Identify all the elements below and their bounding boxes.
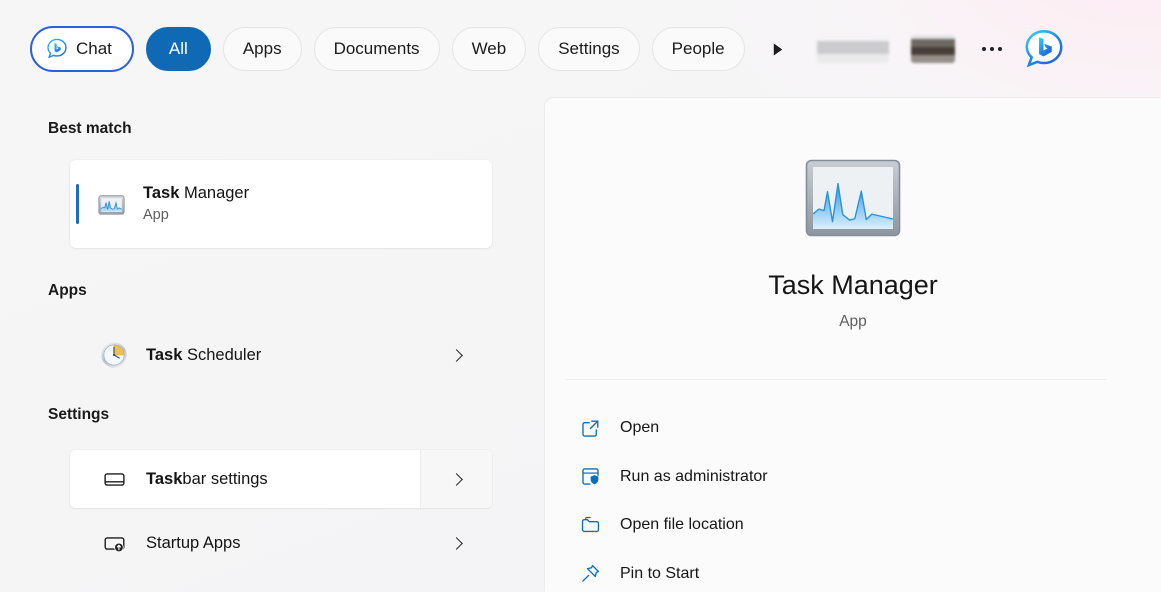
tab-people-label: People	[671, 39, 725, 58]
dot-3	[997, 47, 1002, 51]
dot-1	[981, 47, 986, 51]
action-label: Open file location	[620, 516, 744, 534]
tab-web[interactable]: Web	[451, 27, 527, 71]
result-title-match: Task	[146, 469, 183, 488]
tab-all[interactable]: All	[145, 27, 211, 71]
section-header-best-match: Best match	[48, 120, 132, 137]
result-title-rest: Scheduler	[182, 345, 262, 364]
pin-icon	[577, 561, 603, 587]
result-title-rest: bar settings	[182, 469, 268, 488]
action-label: Open	[620, 419, 660, 437]
result-title-rest: Startup Apps	[146, 533, 241, 552]
expand-details-button[interactable]	[420, 450, 492, 508]
action-label: Run as administrator	[620, 467, 768, 485]
search-results-list: Best match Task Manager App Apps Task Sc…	[0, 98, 545, 592]
dot-2	[989, 47, 994, 51]
tab-chat-label: Chat	[76, 39, 112, 58]
tab-documents[interactable]: Documents	[313, 27, 440, 71]
result-title: Task Manager	[143, 182, 249, 204]
tab-chat[interactable]: Chat	[30, 26, 134, 72]
result-item-task-manager[interactable]: Task Manager App	[70, 160, 492, 248]
app-actions-list: Open Run as administrator Open file loca…	[566, 404, 1140, 592]
result-item-startup-apps[interactable]: Startup Apps	[70, 514, 492, 572]
result-title-match: Task	[146, 345, 183, 364]
section-header-apps: Apps	[48, 282, 87, 299]
open-external-icon	[577, 415, 603, 441]
action-label: Pin to Start	[620, 564, 700, 582]
chevron-right-icon	[449, 472, 463, 486]
result-title: Startup Apps	[146, 532, 240, 554]
page-title: Task Manager	[768, 270, 938, 300]
result-text-group: Startup Apps	[146, 532, 240, 554]
search-filter-tabbar: Chat All Apps Documents Web Settings Peo…	[0, 0, 1161, 98]
tab-people[interactable]: People	[651, 27, 745, 71]
bing-chat-logo[interactable]	[1023, 28, 1065, 70]
result-text-group: Task Manager App	[143, 182, 249, 226]
action-pin-to-start[interactable]: Pin to Start	[566, 550, 1140, 592]
action-open[interactable]: Open	[566, 404, 1140, 453]
result-title-match: Task	[143, 183, 180, 202]
app-preview-panel: Task Manager App Open Run as administrat…	[545, 98, 1161, 592]
redacted-region-2	[910, 35, 955, 63]
taskbar-icon	[98, 463, 130, 495]
tab-settings[interactable]: Settings	[538, 27, 640, 71]
bing-chat-icon	[46, 38, 68, 60]
more-options-icon[interactable]	[975, 32, 1009, 66]
action-open-file-location[interactable]: Open file location	[566, 501, 1140, 550]
chevron-right-icon	[449, 348, 463, 362]
shield-admin-icon	[577, 464, 603, 490]
task-manager-icon	[805, 159, 901, 237]
section-header-settings: Settings	[48, 406, 110, 423]
selection-indicator	[76, 184, 79, 224]
result-title: Taskbar settings	[146, 468, 268, 490]
play-arrow-icon[interactable]	[761, 32, 795, 66]
task-scheduler-clock-icon	[98, 339, 130, 371]
chevron-right-icon	[449, 536, 463, 550]
result-text-group: Task Scheduler	[146, 344, 261, 366]
startup-apps-icon	[98, 527, 130, 559]
tab-all-label: All	[168, 39, 188, 58]
windows-search-flyout: Chat All Apps Documents Web Settings Peo…	[0, 0, 1161, 592]
result-title-rest: Manager	[179, 183, 250, 202]
result-title: Task Scheduler	[146, 344, 261, 366]
tab-apps[interactable]: Apps	[222, 27, 302, 71]
expand-details-button[interactable]	[420, 326, 492, 384]
action-run-as-administrator[interactable]: Run as administrator	[566, 453, 1140, 502]
tab-settings-label: Settings	[558, 39, 620, 58]
tab-apps-label: Apps	[242, 39, 282, 58]
result-subtitle: App	[143, 207, 169, 224]
task-manager-icon	[95, 188, 127, 220]
tab-documents-label: Documents	[333, 39, 420, 58]
page-subtitle: App	[839, 313, 867, 330]
folder-icon	[577, 512, 603, 538]
tab-web-label: Web	[471, 39, 507, 58]
result-text-group: Taskbar settings	[146, 468, 268, 490]
result-item-taskbar-settings[interactable]: Taskbar settings	[70, 450, 492, 508]
result-item-task-scheduler[interactable]: Task Scheduler	[70, 326, 492, 384]
redacted-region-1	[816, 35, 889, 63]
divider	[566, 379, 1107, 380]
expand-details-button[interactable]	[420, 514, 492, 572]
